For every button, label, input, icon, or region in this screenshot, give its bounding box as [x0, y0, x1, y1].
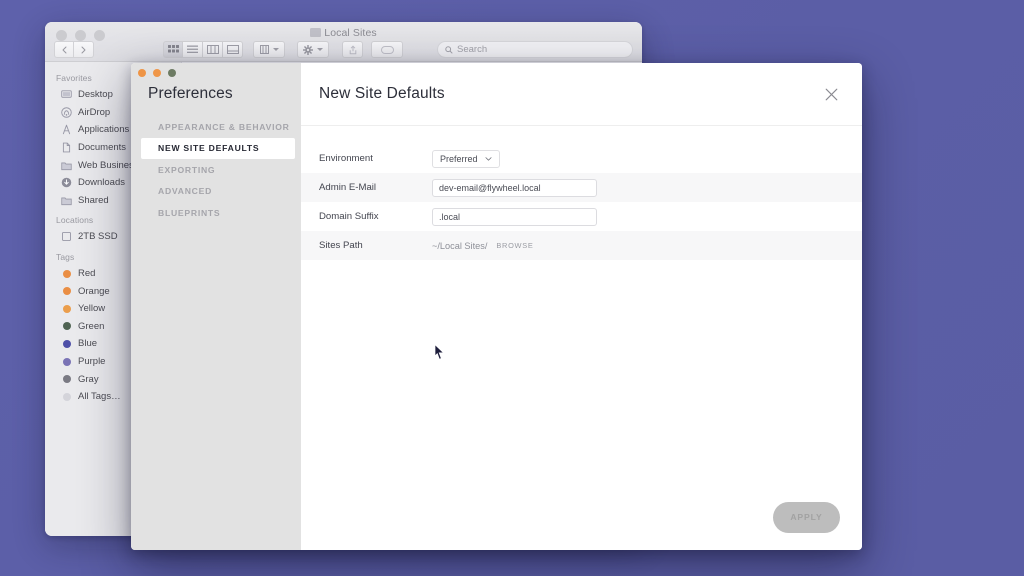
finder-nav-buttons[interactable]	[54, 41, 94, 58]
sidebar-item-label: Yellow	[78, 303, 106, 315]
environment-select-value: Preferred	[440, 153, 478, 164]
folder-icon	[61, 162, 72, 170]
finder-group-by-control[interactable]	[253, 41, 285, 58]
search-input[interactable]: Search	[437, 41, 633, 58]
page-title: New Site Defaults	[319, 85, 445, 102]
tag-dot-icon	[63, 322, 71, 331]
preferences-traffic-lights[interactable]	[138, 69, 176, 77]
tag-dot-icon	[63, 304, 71, 313]
sites-path-value: ~/Local Sites/	[432, 240, 488, 251]
sidebar-item-label: Green	[78, 320, 105, 332]
field-label-sites-path: Sites Path	[319, 240, 363, 251]
preferences-nav[interactable]: APPEARANCE & BEHAVIOR NEW SITE DEFAULTS …	[131, 116, 301, 224]
sidebar-item-label: 2TB SSD	[78, 231, 118, 243]
nav-item-new-site-defaults[interactable]: NEW SITE DEFAULTS	[141, 137, 295, 159]
finder-window-title: Local Sites	[45, 27, 642, 39]
share-icon[interactable]	[342, 41, 363, 58]
sidebar-item-label: Shared	[78, 194, 109, 206]
close-button[interactable]	[820, 83, 842, 105]
chevron-down-icon	[272, 48, 279, 51]
sidebar-item-label: Downloads	[78, 177, 125, 189]
sidebar-item-label: Applications	[78, 124, 130, 136]
group-by-icon[interactable]	[253, 41, 285, 58]
desktop-background: Local Sites Search Favorites Desktop Air…	[0, 0, 1024, 576]
nav-item-advanced[interactable]: ADVANCED	[141, 181, 295, 203]
chevron-down-icon	[484, 156, 492, 161]
sidebar-item-label: Blue	[78, 338, 98, 350]
search-icon	[445, 45, 453, 54]
sidebar-item-label: AirDrop	[78, 106, 111, 118]
search-placeholder: Search	[457, 44, 488, 55]
nav-item-blueprints[interactable]: BLUEPRINTS	[141, 202, 295, 224]
forward-icon[interactable]	[74, 41, 94, 58]
sidebar-item-label: All Tags…	[78, 391, 121, 403]
field-label-environment: Environment	[319, 153, 373, 164]
field-label-admin-email: Admin E-Mail	[319, 182, 377, 193]
finder-action-control[interactable]	[297, 41, 329, 58]
tag-dot-icon	[63, 269, 71, 278]
zoom-light[interactable]	[168, 69, 176, 77]
nav-item-appearance-behavior[interactable]: APPEARANCE & BEHAVIOR	[141, 116, 295, 138]
domain-suffix-input[interactable]	[432, 207, 597, 226]
finder-tags-control[interactable]	[371, 41, 403, 58]
preferences-heading: Preferences	[148, 85, 233, 102]
desktop-icon	[61, 90, 72, 99]
tag-dot-icon	[63, 392, 71, 401]
tag-icon[interactable]	[371, 41, 403, 58]
documents-icon	[62, 142, 71, 153]
sidebar-item-label: Desktop	[78, 89, 113, 101]
folder-icon	[61, 197, 72, 205]
airdrop-icon	[61, 107, 72, 118]
sidebar-item-label: Red	[78, 268, 96, 280]
browse-button[interactable]: BROWSE	[496, 241, 533, 250]
chevron-down-icon	[317, 48, 323, 51]
applications-icon	[62, 125, 71, 135]
nav-item-exporting[interactable]: EXPORTING	[141, 159, 295, 181]
gallery-view-button[interactable]	[223, 41, 243, 58]
folder-icon	[310, 28, 322, 37]
drive-icon	[62, 232, 71, 242]
finder-titlebar[interactable]: Local Sites Search	[45, 22, 642, 62]
preferences-panel-header: New Site Defaults	[301, 63, 862, 126]
sidebar-item-label: Documents	[78, 142, 127, 154]
tag-dot-icon	[63, 375, 71, 384]
preferences-window[interactable]: Preferences APPEARANCE & BEHAVIOR NEW SI…	[131, 63, 862, 550]
minimize-light[interactable]	[153, 69, 161, 77]
form-row-domain-suffix: Domain Suffix	[301, 202, 862, 231]
downloads-icon	[61, 177, 72, 188]
finder-title-text: Local Sites	[324, 27, 377, 39]
apply-button[interactable]: APPLY	[773, 501, 840, 533]
form-row-environment: Environment Preferred	[301, 144, 862, 173]
back-icon[interactable]	[54, 41, 74, 58]
preferences-footer: APPLY	[301, 484, 862, 550]
sidebar-item-label: Gray	[78, 373, 99, 385]
finder-share-control[interactable]	[342, 41, 363, 58]
column-view-button[interactable]	[203, 41, 223, 58]
tag-dot-icon	[63, 339, 71, 348]
gear-icon[interactable]	[297, 41, 329, 58]
tag-dot-icon	[63, 287, 71, 296]
icon-view-button[interactable]	[163, 41, 183, 58]
finder-view-mode-group[interactable]	[163, 41, 243, 58]
form-row-admin-email: Admin E-Mail	[301, 173, 862, 202]
new-site-defaults-form: Environment Preferred Admin E-Mail Domai…	[301, 126, 862, 484]
close-icon	[825, 88, 837, 100]
preferences-sidebar: Preferences APPEARANCE & BEHAVIOR NEW SI…	[131, 63, 301, 550]
tag-dot-icon	[63, 357, 71, 366]
sidebar-item-label: Purple	[78, 356, 106, 368]
preferences-main-panel: New Site Defaults Environment Preferred …	[301, 63, 862, 550]
field-label-domain-suffix: Domain Suffix	[319, 211, 379, 222]
sidebar-item-label: Web Business	[78, 159, 139, 171]
list-view-button[interactable]	[183, 41, 203, 58]
form-row-sites-path: Sites Path ~/Local Sites/ BROWSE	[301, 231, 862, 260]
sidebar-item-label: Orange	[78, 285, 110, 297]
close-light[interactable]	[138, 69, 146, 77]
environment-select[interactable]: Preferred	[432, 149, 500, 168]
admin-email-input[interactable]	[432, 178, 597, 197]
